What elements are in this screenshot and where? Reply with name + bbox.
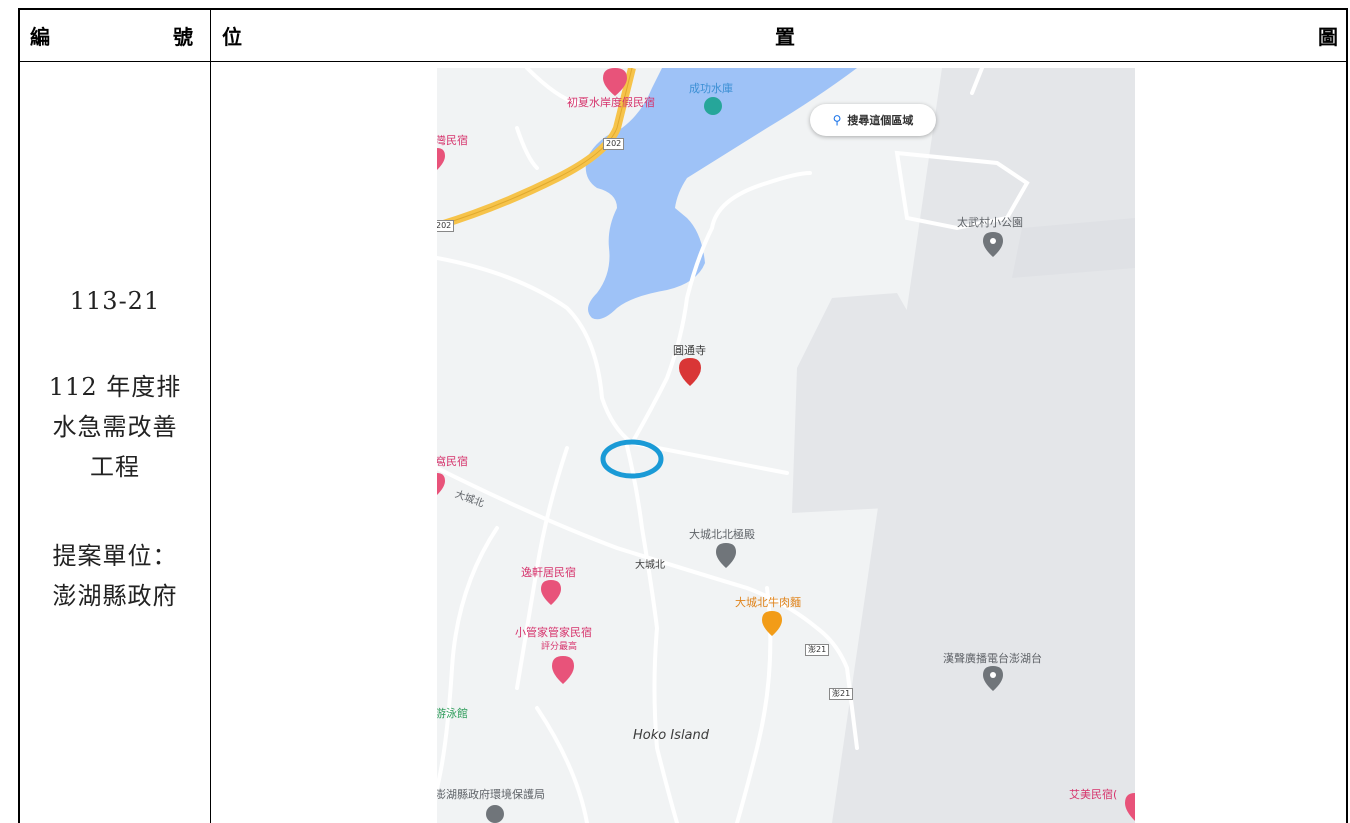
project-name-line3: 工程: [90, 453, 140, 481]
label-road-b: 大城北: [635, 560, 665, 571]
table-top-border: [18, 8, 1348, 10]
road-shield-202-left: 202: [437, 220, 455, 232]
search-this-area-label: 搜尋這個區域: [847, 114, 914, 127]
label-island: Hoko Island: [633, 728, 710, 743]
road-shield-202-top: 202: [603, 138, 625, 150]
pin-reservoir: [704, 97, 722, 115]
pin-hotel-left-mid: [437, 473, 445, 495]
header-location-mid: 置: [775, 24, 795, 49]
proposer-unit: 澎湖縣政府: [52, 582, 178, 610]
pin-hotel-left-top: [437, 148, 445, 170]
table-column-divider: [210, 8, 211, 823]
label-radio: 漢聲廣播電台澎湖台: [943, 652, 1042, 665]
map-canvas: [437, 68, 1135, 823]
project-info-cell: 113-21 112 年度排 水急需改善 工程 提案單位： 澎湖縣政府: [20, 62, 210, 823]
proposer-label: 提案單位：: [52, 542, 178, 570]
header-number-left: 編: [30, 24, 50, 49]
road-shield-p21-a: 澎21: [805, 644, 830, 656]
pin-epa: [486, 805, 504, 823]
search-this-area-button[interactable]: ⚲ 搜尋這個區域: [810, 104, 936, 136]
label-hotel-left-top: 灣民宿: [437, 134, 468, 147]
label-palace: 大城北北極殿: [689, 528, 755, 541]
label-temple: 圓通寺: [673, 344, 706, 357]
label-pool: 游泳館: [437, 707, 468, 720]
label-yixuan: 逸軒居民宿: [521, 566, 576, 579]
header-location-left: 位: [222, 24, 242, 49]
label-reservoir: 成功水庫: [689, 82, 733, 95]
pin-temple: [679, 358, 701, 386]
table-right-border: [1346, 8, 1348, 823]
label-aimei: 艾美民宿(: [1069, 788, 1118, 801]
road-shield-p21-b: 澎21: [829, 688, 854, 700]
label-hotel-top: 初夏水岸度假民宿: [567, 96, 655, 109]
search-icon: ⚲: [832, 113, 842, 127]
header-number-right: 號: [173, 24, 193, 49]
header-location-right: 圖: [1318, 24, 1338, 49]
project-name-line2: 水急需改善: [52, 413, 178, 441]
label-park: 太武村小公園: [957, 216, 1023, 229]
project-name-line1: 112 年度排: [48, 373, 182, 401]
pin-xiaoguan: [552, 656, 574, 684]
table-header-divider: [18, 61, 1348, 62]
label-rating: 評分最高: [541, 642, 578, 652]
pin-palace: [716, 543, 736, 568]
pin-yixuan: [541, 580, 561, 605]
label-noodle: 大城北牛肉麵: [735, 596, 801, 609]
label-hotel-left-mid: 窩民宿: [437, 455, 468, 468]
label-xiaoguan: 小管家管家民宿: [515, 626, 592, 639]
pin-noodle: [762, 611, 782, 636]
location-map[interactable]: ⚲ 搜尋這個區域 成功水庫 初夏水岸度假民宿 灣民宿 太武村小公園 圓通寺 窩民…: [437, 68, 1135, 823]
project-number: 113-21: [69, 287, 161, 315]
label-epa: 澎湖縣政府環境保護局: [437, 788, 545, 801]
